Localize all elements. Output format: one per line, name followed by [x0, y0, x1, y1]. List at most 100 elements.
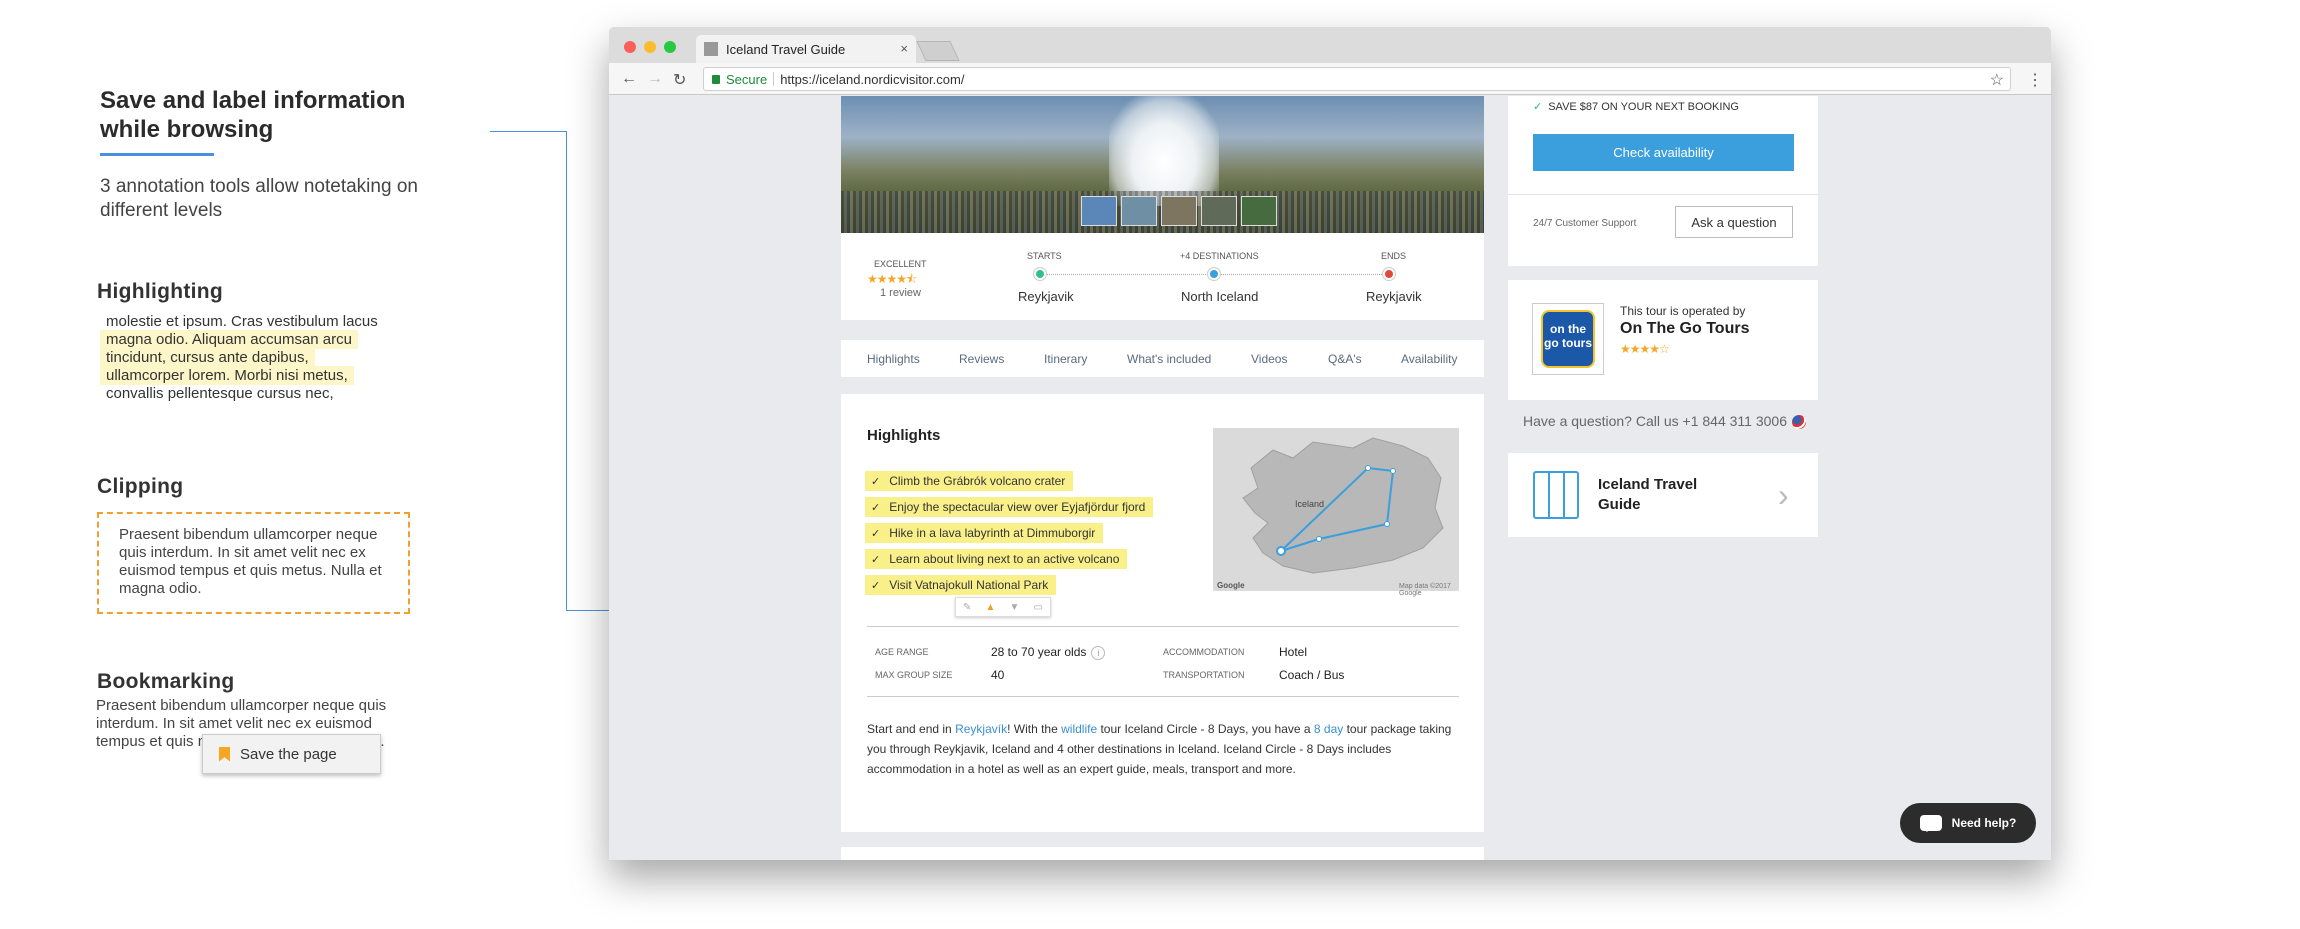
bookmarking-heading: Bookmarking: [97, 670, 235, 693]
save-page-button[interactable]: Save the page: [202, 734, 381, 774]
tour-summary-card: EXCELLENT ★★★★⯪ 1 review STARTS Reykjavi…: [841, 233, 1484, 320]
description-text: ! With the: [1007, 722, 1062, 736]
lock-icon: [712, 74, 720, 84]
back-icon[interactable]: ←: [621, 70, 637, 88]
highlight-item[interactable]: ✓ Learn about living next to an active vo…: [865, 549, 1128, 569]
tab-whats-included[interactable]: What's included: [1127, 352, 1211, 366]
url-text: https://iceland.nordicvisitor.com/: [780, 71, 965, 87]
map-country-label: Iceland: [1295, 499, 1325, 509]
phone-text: Have a question? Call us +1 844 311 3006: [1523, 413, 1787, 429]
divider: [867, 696, 1459, 697]
highlight-text: Climb the Grábrók volcano crater: [889, 474, 1066, 488]
transportation-label: TRANSPORTATION: [1163, 670, 1245, 680]
gallery-thumbnail[interactable]: [1201, 196, 1237, 226]
close-tab-icon[interactable]: ×: [900, 41, 908, 56]
bookmark-star-icon[interactable]: ☆: [1990, 70, 2004, 90]
operator-logo[interactable]: on the go tours: [1532, 303, 1604, 375]
gallery-thumbnail[interactable]: [1241, 196, 1277, 226]
title-underline: [100, 153, 214, 156]
reykjavik-link[interactable]: Reykjavík: [955, 722, 1007, 736]
geyser-image: [1109, 96, 1219, 206]
tab-itinerary[interactable]: Itinerary: [1044, 352, 1087, 366]
check-icon: ✓: [871, 475, 881, 488]
feature-subtitle: 3 annotation tools allow notetaking on d…: [100, 176, 418, 221]
check-icon: ✓: [1533, 101, 1543, 113]
tab-qas[interactable]: Q&A's: [1328, 352, 1362, 366]
highlights-card: Highlights ✓ Climb the Grábrók volcano cr…: [841, 394, 1484, 832]
rating-label: EXCELLENT: [874, 259, 927, 269]
tab-iceland-travel-guide[interactable]: Iceland Travel Guide ×: [696, 35, 916, 63]
review-count[interactable]: 1 review: [880, 287, 921, 299]
forward-icon[interactable]: →: [647, 70, 663, 88]
phone-question: Have a question? Call us +1 844 311 3006: [1523, 413, 1806, 430]
thumbs-down-icon[interactable]: ▼: [1009, 602, 1019, 613]
highlighted-line: magna odio. Aliquam accumsan arcu: [100, 330, 358, 349]
page-viewport: EXCELLENT ★★★★⯪ 1 review STARTS Reykjavi…: [609, 96, 2051, 860]
savings-note: ✓ SAVE $87 ON YOUR NEXT BOOKING: [1533, 100, 1739, 113]
address-bar[interactable]: Secure https://iceland.nordicvisitor.com…: [703, 67, 2011, 91]
gallery-thumbnail[interactable]: [1161, 196, 1197, 226]
gallery-thumbnail[interactable]: [1081, 196, 1117, 226]
highlight-text: Visit Vatnajokull National Park: [889, 578, 1049, 592]
minimize-window-icon[interactable]: [644, 41, 656, 53]
highlight-item[interactable]: ✓ Visit Vatnajokull National Park: [865, 575, 1057, 595]
need-help-button[interactable]: Need help?: [1900, 803, 2036, 843]
tab-highlights[interactable]: Highlights: [867, 352, 920, 366]
operator-logo-mark: on the go tours: [1541, 310, 1595, 368]
route-map[interactable]: Iceland Google Map data ©2017 Google: [1213, 428, 1459, 597]
new-tab-button[interactable]: [916, 41, 960, 61]
gallery-thumbnail[interactable]: [1121, 196, 1157, 226]
clipping-sample: Praesent bibendum ullamcorper neque quis…: [97, 512, 410, 614]
highlight-item[interactable]: ✓ Enjoy the spectacular view over Eyjafjö…: [865, 497, 1154, 517]
operator-rating-stars: ★★★★☆: [1620, 342, 1670, 356]
destinations-label: +4 DESTINATIONS: [1180, 251, 1259, 261]
destination-marker-icon: [1208, 268, 1220, 280]
connector-line: [566, 131, 567, 611]
map-guide-icon: [1533, 471, 1579, 519]
thumbs-up-icon[interactable]: ▲: [986, 602, 996, 613]
info-icon[interactable]: i: [1091, 645, 1106, 660]
accommodation-label: ACCOMMODATION: [1163, 647, 1245, 657]
highlight-item[interactable]: ✓ Hike in a lava labyrinth at Dimmuborgir: [865, 523, 1104, 543]
check-icon: ✓: [871, 527, 881, 540]
highlight-item[interactable]: ✓ Climb the Grábrók volcano crater: [865, 471, 1074, 491]
age-range-text: 28 to 70 year olds: [991, 645, 1087, 659]
map-credit: Map data ©2017 Google: [1399, 583, 1451, 597]
ends-label: ENDS: [1381, 251, 1407, 261]
divider: [867, 626, 1459, 627]
tab-availability[interactable]: Availability: [1401, 352, 1457, 366]
guide-title: Iceland Travel Guide: [1598, 476, 1698, 513]
transportation-value: Coach / Bus: [1279, 668, 1345, 682]
divider: [1508, 194, 1818, 195]
ask-question-button[interactable]: Ask a question: [1675, 206, 1793, 238]
start-place: Reykjavik: [1018, 289, 1074, 304]
browser-toolbar: ← → ↻ Secure https://iceland.nordicvisit…: [609, 63, 2051, 95]
destination-place: North Iceland: [1181, 289, 1259, 304]
need-help-label: Need help?: [1951, 816, 2017, 830]
next-section-card: [841, 847, 1484, 860]
check-icon: ✓: [871, 501, 881, 514]
favicon-icon: [704, 42, 718, 56]
check-availability-button[interactable]: Check availability: [1533, 134, 1794, 171]
age-range-label: AGE RANGE: [875, 647, 929, 657]
operator-name[interactable]: On The Go Tours: [1620, 320, 1749, 338]
connector-line: [490, 131, 566, 132]
pencil-icon[interactable]: ✎: [963, 602, 971, 613]
sample-line: convallis pellentesque cursus nec,: [106, 385, 334, 402]
eight-day-link[interactable]: 8 day: [1314, 722, 1343, 736]
wildlife-link[interactable]: wildlife: [1061, 722, 1097, 736]
map-fold: [1548, 473, 1550, 517]
tab-reviews[interactable]: Reviews: [959, 352, 1004, 366]
end-marker-icon: [1383, 268, 1395, 280]
tab-videos[interactable]: Videos: [1251, 352, 1287, 366]
operator-card: on the go tours This tour is operated by…: [1508, 280, 1818, 400]
comment-icon[interactable]: ▭: [1033, 602, 1042, 613]
close-window-icon[interactable]: [624, 41, 636, 53]
reload-icon[interactable]: ↻: [673, 70, 686, 90]
maximize-window-icon[interactable]: [664, 41, 676, 53]
travel-guide-card[interactable]: Iceland Travel Guide ›: [1508, 453, 1818, 537]
accommodation-value: Hotel: [1279, 645, 1308, 659]
browser-menu-icon[interactable]: ⋮: [2027, 70, 2043, 90]
secure-label: Secure: [726, 71, 768, 87]
check-icon: ✓: [871, 579, 881, 592]
